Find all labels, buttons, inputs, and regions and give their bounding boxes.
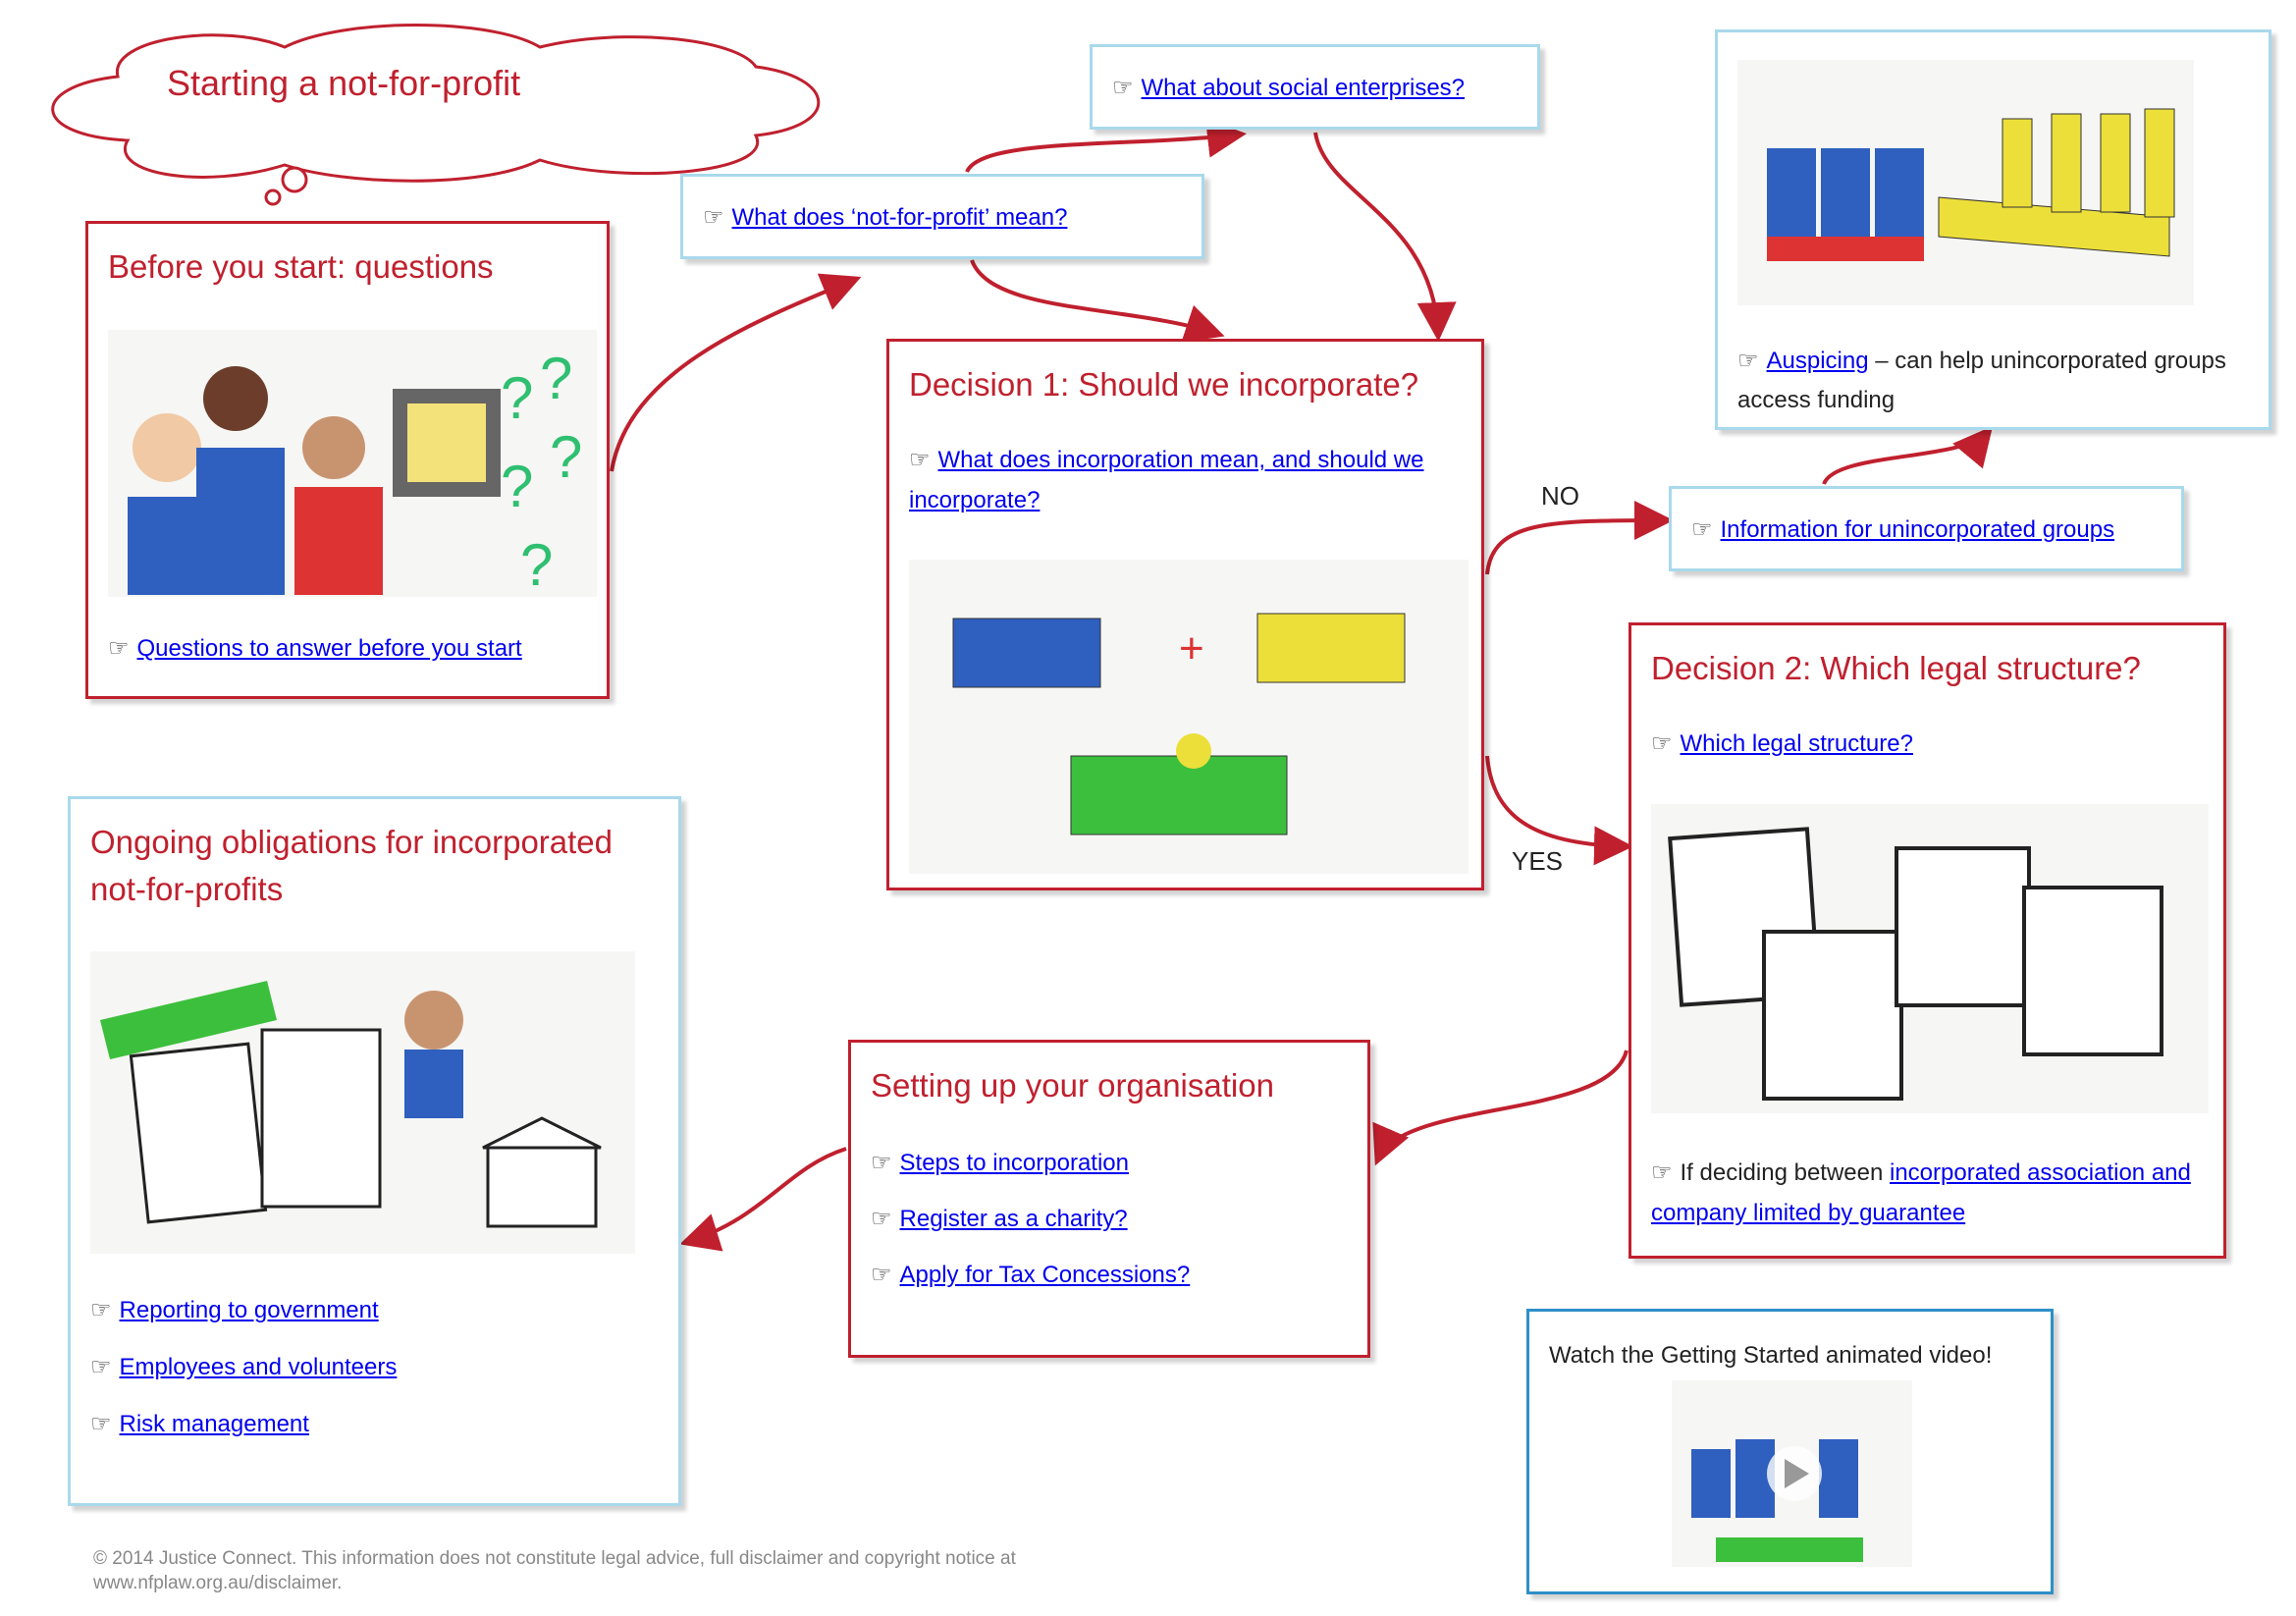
- decision-2-box: Decision 2: Which legal structure? ☞ Whic…: [1629, 622, 2226, 1259]
- pointing-hand-icon: ☞: [90, 1354, 112, 1380]
- svg-text:?: ?: [520, 532, 553, 597]
- tax-link[interactable]: Apply for Tax Concessions?: [900, 1262, 1191, 1288]
- questions-link[interactable]: Questions to answer before you start: [137, 635, 522, 662]
- box-title: Decision 2: Which legal structure?: [1651, 650, 2141, 686]
- social-enterprises-box: ☞ What about social enterprises?: [1090, 44, 1540, 130]
- pointing-hand-icon: ☞: [871, 1150, 892, 1176]
- before-you-start-box: Before you start: questions ????? ☞ Quest…: [85, 221, 610, 699]
- svg-text:?: ?: [540, 346, 572, 411]
- arrow-uninc-to-auspicing: [1822, 425, 1994, 485]
- steps-link[interactable]: Steps to incorporation: [900, 1150, 1129, 1176]
- pointing-hand-icon: ☞: [1737, 348, 1759, 374]
- video-thumbnail[interactable]: [1672, 1380, 1912, 1567]
- pointing-hand-icon: ☞: [871, 1206, 892, 1232]
- legal-structures-illustration: [1651, 804, 2209, 1113]
- svg-text:?: ?: [550, 424, 582, 490]
- svg-text:?: ?: [501, 454, 533, 519]
- auspicing-link[interactable]: Auspicing: [1767, 348, 1869, 374]
- arrow-d2-to-setup: [1372, 1050, 1629, 1166]
- video-text: Watch the Getting Started animated video…: [1549, 1342, 1993, 1369]
- charity-link[interactable]: Register as a charity?: [900, 1206, 1128, 1232]
- pointing-hand-icon: ☞: [909, 447, 931, 473]
- setting-up-box: Setting up your organisation ☞ Steps to i…: [848, 1040, 1370, 1358]
- risk-link[interactable]: Risk management: [120, 1411, 309, 1437]
- no-label: NO: [1541, 481, 1579, 511]
- arrow-d1-to-uninc: [1485, 501, 1674, 575]
- pointing-hand-icon: ☞: [871, 1262, 892, 1288]
- decision-1-box: Decision 1: Should we incorporate? ☞ What…: [886, 339, 1484, 890]
- unincorporated-link[interactable]: Information for unincorporated groups: [1721, 516, 2115, 543]
- deciding-text: If deciding between: [1680, 1159, 1890, 1186]
- arrow-d1-to-d2: [1485, 755, 1633, 866]
- nfp-meaning-box: ☞ What does ‘not-for-profit’ mean?: [680, 174, 1204, 259]
- video-box: Watch the Getting Started animated video…: [1526, 1309, 2054, 1594]
- ongoing-obligations-box: Ongoing obligations for incorporated not…: [68, 796, 681, 1506]
- pointing-hand-icon: ☞: [1691, 516, 1713, 543]
- incorporation-link[interactable]: What does incorporation mean, and should…: [909, 447, 1423, 513]
- box-title: Before you start: questions: [108, 248, 494, 285]
- box-title: Decision 1: Should we incorporate?: [909, 366, 1419, 403]
- reporting-link[interactable]: Reporting to government: [120, 1297, 379, 1323]
- arrow-setup-to-ongoing: [679, 1147, 847, 1252]
- pointing-hand-icon: ☞: [90, 1297, 112, 1323]
- svg-text:?: ?: [501, 365, 533, 431]
- box-title: Setting up your organisation: [871, 1067, 1274, 1104]
- auspicing-box: ☞ Auspicing – can help unincorporated gro…: [1715, 29, 2271, 430]
- link-row: ☞ Questions to answer before you start: [108, 628, 522, 669]
- arrow-nfp-to-d1: [970, 259, 1225, 343]
- legal-structure-link[interactable]: Which legal structure?: [1681, 730, 1913, 757]
- unincorporated-box: ☞ Information for unincorporated groups: [1669, 486, 2184, 571]
- box-title: Ongoing obligations for incorporated not…: [90, 824, 614, 907]
- svg-text:+: +: [1179, 624, 1204, 673]
- yes-label: YES: [1512, 846, 1564, 876]
- pointing-hand-icon: ☞: [108, 635, 130, 662]
- nfp-meaning-link[interactable]: What does ‘not-for-profit’ mean?: [732, 204, 1068, 231]
- footer-disclaimer: © 2014 Justice Connect. This information…: [93, 1548, 1016, 1593]
- pointing-hand-icon: ☞: [1651, 730, 1673, 757]
- pointing-hand-icon: ☞: [1651, 1159, 1673, 1186]
- pointing-hand-icon: ☞: [90, 1411, 112, 1437]
- questions-illustration: ?????: [108, 330, 597, 597]
- social-enterprises-link[interactable]: What about social enterprises?: [1142, 75, 1466, 101]
- obligations-illustration: [90, 951, 635, 1254]
- arrow-nfp-to-social: [965, 118, 1247, 174]
- employees-link[interactable]: Employees and volunteers: [120, 1354, 398, 1380]
- arrow-social-to-d1: [1313, 132, 1457, 342]
- page-title: Starting a not-for-profit: [167, 63, 521, 103]
- pointing-hand-icon: ☞: [703, 204, 724, 231]
- members-committee-illustration: +: [909, 560, 1468, 874]
- auspicing-illustration: [1737, 60, 2194, 305]
- pointing-hand-icon: ☞: [1112, 75, 1134, 101]
- arrow-before-to-nfp: [610, 273, 862, 472]
